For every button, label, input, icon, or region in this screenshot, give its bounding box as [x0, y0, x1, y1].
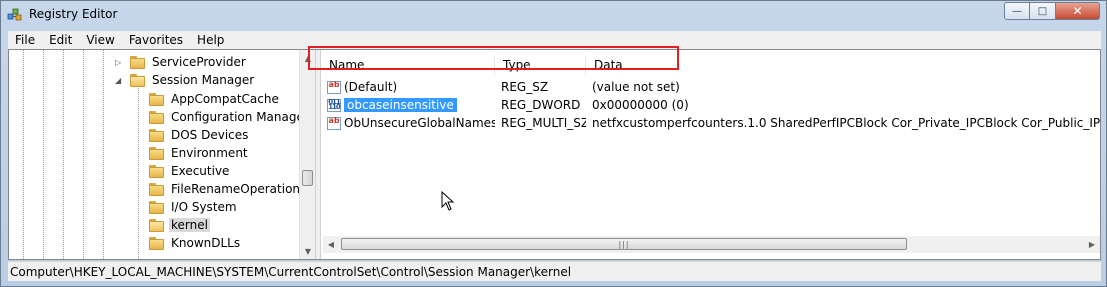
binary-value-icon: 011 110: [327, 98, 341, 112]
tree-item-label: KnownDLLs: [171, 236, 241, 250]
tree-item-serviceprovider[interactable]: ▷ ServiceProvider: [115, 53, 248, 71]
tree-item-label: AppCompatCache: [171, 92, 279, 106]
tree-item-kernel[interactable]: kernel: [149, 216, 210, 234]
folder-icon: [130, 55, 146, 69]
title-bar[interactable]: Registry Editor — □ ✕: [1, 1, 1106, 29]
folder-icon: [149, 92, 165, 106]
tree-item-label: DOS Devices: [171, 128, 249, 142]
folder-icon: [149, 128, 165, 142]
value-row-obunsecureglobalnames[interactable]: ab ObUnsecureGlobalNames REG_MULTI_SZ ne…: [321, 114, 1100, 132]
mouse-cursor-icon: [441, 191, 455, 211]
folder-icon: [149, 164, 165, 178]
folder-icon: [149, 110, 165, 124]
tree-item-label: Configuration Manager: [171, 110, 309, 124]
tree-item-executive[interactable]: Executive: [149, 162, 231, 180]
registry-tree[interactable]: ▷ ServiceProvider ◢ Session Manager AppC…: [9, 50, 315, 259]
close-button[interactable]: ✕: [1056, 2, 1100, 20]
value-type: REG_SZ: [501, 80, 549, 94]
value-name-selected: obcaseinsensitive: [344, 98, 457, 112]
scroll-left-arrow-icon[interactable]: ◀: [323, 236, 339, 252]
value-name: ObUnsecureGlobalNames: [344, 116, 495, 130]
tree-item-label: Environment: [171, 146, 248, 160]
tree-guide-line: [63, 50, 64, 259]
scrollbar-thumb[interactable]: |||: [341, 238, 907, 250]
menu-edit[interactable]: Edit: [42, 33, 79, 47]
folder-icon: [149, 200, 165, 214]
tree-item-configuration-manager[interactable]: Configuration Manager: [149, 108, 311, 126]
values-list[interactable]: Name Type Data ab (Default) REG_SZ (valu…: [321, 50, 1100, 259]
folder-icon: [149, 236, 165, 250]
menu-help[interactable]: Help: [190, 33, 231, 47]
tree-guide-line: [23, 50, 24, 259]
window-title: Registry Editor: [29, 7, 118, 21]
value-type: REG_MULTI_SZ: [501, 116, 586, 130]
value-name: (Default): [344, 80, 398, 94]
menu-view[interactable]: View: [79, 33, 121, 47]
maximize-button[interactable]: □: [1030, 2, 1056, 20]
status-path: Computer\HKEY_LOCAL_MACHINE\SYSTEM\Curre…: [10, 264, 572, 279]
menu-favorites[interactable]: Favorites: [122, 33, 190, 47]
minimize-button[interactable]: —: [1004, 2, 1030, 20]
annotation-highlight-box: [308, 46, 679, 70]
client-area: ▷ ServiceProvider ◢ Session Manager AppC…: [8, 49, 1101, 260]
folder-icon: [149, 146, 165, 160]
registry-editor-window: Registry Editor — □ ✕ File Edit View Fav…: [0, 0, 1107, 287]
window-controls: — □ ✕: [1004, 2, 1100, 20]
tree-item-io-system[interactable]: I/O System: [149, 198, 239, 216]
value-row-obcaseinsensitive[interactable]: 011 110 obcaseinsensitive REG_DWORD 0x000…: [321, 96, 1100, 114]
value-row-default[interactable]: ab (Default) REG_SZ (value not set): [321, 78, 1100, 96]
string-value-icon: ab: [327, 80, 341, 94]
tree-item-environment[interactable]: Environment: [149, 144, 250, 162]
scrollbar-thumb[interactable]: [302, 170, 313, 186]
tree-guide-line: [103, 50, 104, 259]
tree-item-label-selected: kernel: [169, 218, 210, 232]
list-horizontal-scrollbar[interactable]: ◀ ||| ▶: [323, 236, 1100, 253]
tree-guide-line: [138, 80, 139, 259]
value-data: 0x00000000 (0): [592, 98, 689, 112]
tree-item-dos-devices[interactable]: DOS Devices: [149, 126, 250, 144]
open-folder-icon: [130, 73, 146, 87]
expand-arrow-icon[interactable]: ▷: [115, 58, 124, 67]
tree-item-appcompatcache[interactable]: AppCompatCache: [149, 90, 281, 108]
tree-item-filerenameoperations[interactable]: FileRenameOperations: [149, 180, 308, 198]
open-folder-icon: [149, 218, 165, 232]
tree-guide-line: [43, 50, 44, 259]
menu-file[interactable]: File: [8, 33, 42, 47]
tree-item-label: FileRenameOperations: [171, 182, 307, 196]
status-bar: Computer\HKEY_LOCAL_MACHINE\SYSTEM\Curre…: [8, 261, 1101, 281]
tree-item-knowndlls[interactable]: KnownDLLs: [149, 234, 242, 252]
string-value-icon: ab: [327, 116, 341, 130]
tree-item-label: ServiceProvider: [152, 55, 246, 69]
tree-item-label: Executive: [171, 164, 230, 178]
tree-vertical-scrollbar[interactable]: ▲ ▼: [299, 50, 315, 259]
scroll-down-arrow-icon[interactable]: ▼: [300, 243, 315, 259]
tree-item-label: Session Manager: [152, 73, 255, 87]
folder-icon: [149, 182, 165, 196]
scroll-right-arrow-icon[interactable]: ▶: [1084, 236, 1100, 252]
tree-item-label: I/O System: [171, 200, 237, 214]
collapse-arrow-icon[interactable]: ◢: [115, 76, 124, 85]
tree-guide-line: [83, 50, 84, 259]
registry-editor-icon: [7, 8, 22, 21]
value-data: (value not set): [592, 80, 680, 94]
value-type: REG_DWORD: [501, 98, 581, 112]
tree-item-session-manager[interactable]: ◢ Session Manager: [115, 71, 256, 89]
value-data: netfxcustomperfcounters.1.0 SharedPerfIP…: [592, 116, 1100, 130]
